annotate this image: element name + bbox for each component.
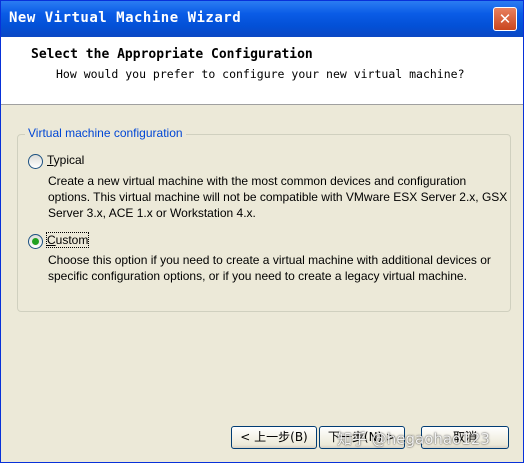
custom-accelerator: C (47, 233, 56, 247)
groupbox-legend: Virtual machine configuration (25, 126, 186, 140)
configuration-groupbox (17, 134, 511, 312)
title-bar[interactable]: New Virtual Machine Wizard ✕ (1, 1, 523, 37)
window-title: New Virtual Machine Wizard (9, 10, 242, 26)
custom-description: Choose this option if you need to create… (48, 253, 491, 283)
back-button[interactable]: < 上一步(B) (231, 426, 317, 449)
wizard-window: New Virtual Machine Wizard ✕ Select the … (0, 0, 524, 463)
close-icon[interactable]: ✕ (493, 7, 517, 31)
radio-selected-dot (32, 238, 39, 245)
wizard-header: Select the Appropriate Configuration How… (1, 37, 523, 105)
custom-radio[interactable] (28, 234, 43, 249)
page-title: Select the Appropriate Configuration (31, 47, 313, 62)
watermark-text: 知乎 @hegaohao123 (337, 430, 490, 448)
custom-label-text: ustom (55, 233, 89, 247)
typical-radio-label[interactable]: Typical (47, 153, 84, 167)
custom-radio-label[interactable]: Custom (45, 232, 90, 248)
typical-label-text: ypical (53, 153, 85, 167)
typical-accelerator: T (47, 153, 54, 167)
typical-radio[interactable] (28, 154, 43, 169)
typical-description: Create a new virtual machine with the mo… (48, 174, 508, 220)
page-description: How would you prefer to configure your n… (56, 67, 465, 81)
